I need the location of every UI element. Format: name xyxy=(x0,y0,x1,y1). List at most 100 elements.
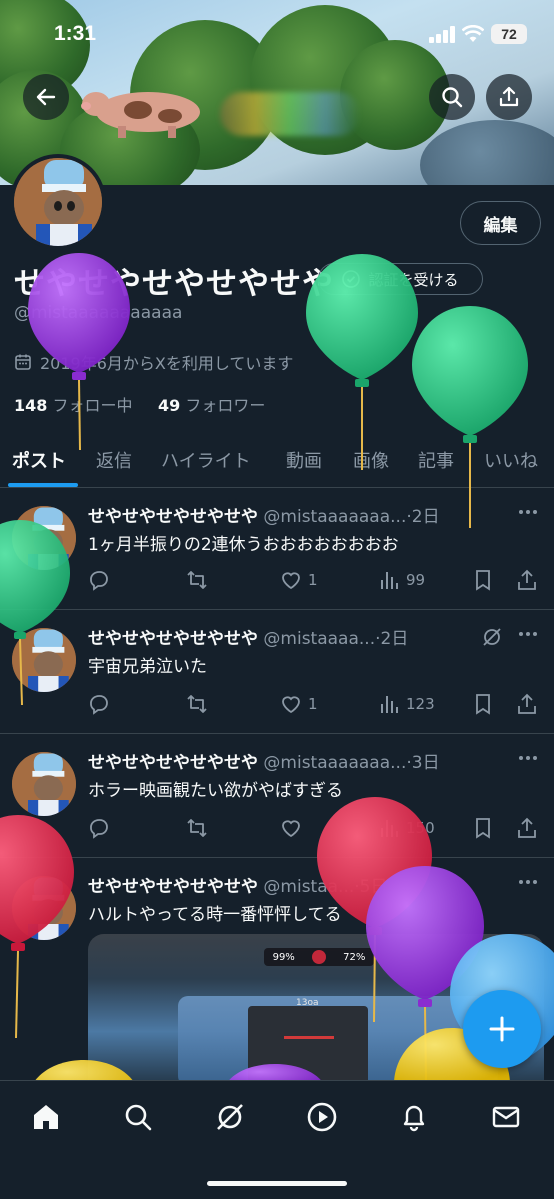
view-count: 123 xyxy=(406,695,435,713)
search-button[interactable] xyxy=(429,74,475,120)
like-button[interactable] xyxy=(280,816,308,840)
followers-count: 49 xyxy=(157,396,181,415)
bookmark-icon xyxy=(476,694,490,715)
bookmark-icon xyxy=(476,818,490,839)
hud-emblem xyxy=(311,950,326,964)
post-time: 3日 xyxy=(411,753,440,773)
battery-indicator: 72 xyxy=(491,24,527,44)
status-bar: 1:31 72 xyxy=(0,0,554,64)
like-count: 1 xyxy=(308,571,318,589)
more-icon[interactable] xyxy=(516,624,540,644)
post-item[interactable]: せやせやせやせやせや @mistaaaaaaa...·2日 1ヶ月半振りの2連休… xyxy=(0,488,554,610)
view-count: 150 xyxy=(406,819,435,837)
share-icon xyxy=(518,569,536,590)
chef-raccoon-avatar xyxy=(14,158,102,246)
display-name: せやせやせやせやせや xyxy=(14,266,334,302)
more-icon[interactable] xyxy=(516,748,540,768)
reply-button[interactable] xyxy=(88,816,110,840)
following-link[interactable]: 148 フォロー中 xyxy=(14,396,133,415)
post-header: せやせやせやせやせや @mistaaaaaaa...·3日 xyxy=(88,753,440,773)
tab-posts[interactable]: ポスト xyxy=(12,432,66,488)
post-text: ハルトやってる時一番怦怦してる xyxy=(88,905,342,925)
flying-pig-image xyxy=(81,92,200,138)
tab-replies[interactable]: 返信 xyxy=(96,432,132,488)
post-text: 宇宙兄弟泣いた xyxy=(88,657,207,677)
bookmark-button[interactable] xyxy=(472,692,494,716)
post-item[interactable]: せやせやせやせやせや @mistaaaa...·2日 宇宙兄弟泣いた 1 123 xyxy=(0,610,554,734)
tab-photos[interactable]: 画像 xyxy=(353,432,389,488)
views-button[interactable]: 123 xyxy=(378,692,435,716)
post-avatar[interactable] xyxy=(12,752,76,816)
followers-link[interactable]: 49 フォロワー xyxy=(158,396,265,415)
bookmark-button[interactable] xyxy=(472,568,494,592)
reply-button[interactable] xyxy=(88,692,110,716)
back-button[interactable] xyxy=(23,74,69,120)
like-button[interactable]: 1 xyxy=(280,692,318,716)
share-icon xyxy=(518,693,536,714)
post-avatar[interactable] xyxy=(12,876,76,940)
views-button[interactable]: 99 xyxy=(378,568,425,592)
post-header: せやせやせやせやせや @mistaa...·5日 xyxy=(88,877,388,897)
more-icon[interactable] xyxy=(516,502,540,522)
grok-icon[interactable] xyxy=(481,626,503,648)
tab-articles[interactable]: 記事 xyxy=(418,432,454,488)
views-button[interactable]: 150 xyxy=(378,816,435,840)
post-time: 2日 xyxy=(411,507,440,527)
post-author-handle: @mistaaaaaaa... xyxy=(263,753,407,773)
nav-explore[interactable] xyxy=(120,1099,156,1135)
following-count: 148 xyxy=(14,396,48,415)
post-author-name[interactable]: せやせやせやせやせや xyxy=(88,753,258,773)
reply-button[interactable] xyxy=(88,568,110,592)
nav-video[interactable] xyxy=(304,1099,340,1135)
tab-videos[interactable]: 動画 xyxy=(286,432,322,488)
post-author-name[interactable]: せやせやせやせやせや xyxy=(88,877,258,897)
post-actions: 1 99 xyxy=(88,568,544,592)
share-button[interactable] xyxy=(516,568,538,592)
game-hud: 99% 72% xyxy=(264,948,374,966)
home-icon xyxy=(34,1105,58,1129)
calendar-icon xyxy=(15,354,31,370)
edit-profile-button[interactable]: 編集 xyxy=(460,201,541,245)
share-button[interactable] xyxy=(516,692,538,716)
repost-button[interactable] xyxy=(186,692,208,716)
views-icon xyxy=(381,820,398,837)
search-icon xyxy=(125,1104,152,1131)
search-icon xyxy=(442,87,463,108)
share-icon xyxy=(499,86,519,107)
share-icon xyxy=(518,817,536,838)
post-author-name[interactable]: せやせやせやせやせや xyxy=(88,629,258,649)
post-item[interactable]: せやせやせやせやせや @mistaaaaaaa...·3日 ホラー映画観たい欲が… xyxy=(0,734,554,858)
compose-post-button[interactable] xyxy=(463,990,541,1068)
hud-health: 99% xyxy=(272,951,295,963)
nav-messages[interactable] xyxy=(488,1099,524,1135)
tab-likes[interactable]: いいね xyxy=(484,432,538,488)
post-avatar[interactable] xyxy=(12,506,76,570)
post-actions: 150 xyxy=(88,816,544,840)
bookmark-icon xyxy=(476,570,490,591)
heart-icon xyxy=(282,572,300,590)
views-icon xyxy=(381,696,398,713)
bookmark-button[interactable] xyxy=(472,816,494,840)
heart-icon xyxy=(282,696,300,714)
like-button[interactable]: 1 xyxy=(280,568,318,592)
repost-button[interactable] xyxy=(186,568,208,592)
nav-notifications[interactable] xyxy=(396,1099,432,1135)
post-author-handle: @mistaa... xyxy=(263,877,355,897)
repost-button[interactable] xyxy=(186,816,208,840)
views-icon xyxy=(381,572,398,589)
get-verified-button[interactable]: 認証を受ける xyxy=(318,263,483,295)
more-icon[interactable] xyxy=(516,872,540,892)
repost-icon xyxy=(187,695,207,713)
share-profile-button[interactable] xyxy=(486,74,532,120)
nav-home[interactable] xyxy=(28,1099,64,1135)
post-author-name[interactable]: せやせやせやせやせや xyxy=(88,507,258,527)
following-label: フォロー中 xyxy=(52,396,133,415)
profile-avatar[interactable] xyxy=(10,154,106,250)
reply-icon xyxy=(90,571,108,591)
share-button[interactable] xyxy=(516,816,538,840)
tab-highlights[interactable]: ハイライト xyxy=(161,432,251,488)
post-actions: 1 123 xyxy=(88,692,544,716)
nav-grok[interactable] xyxy=(212,1099,248,1135)
post-time: 2日 xyxy=(380,629,409,649)
post-avatar[interactable] xyxy=(12,628,76,692)
